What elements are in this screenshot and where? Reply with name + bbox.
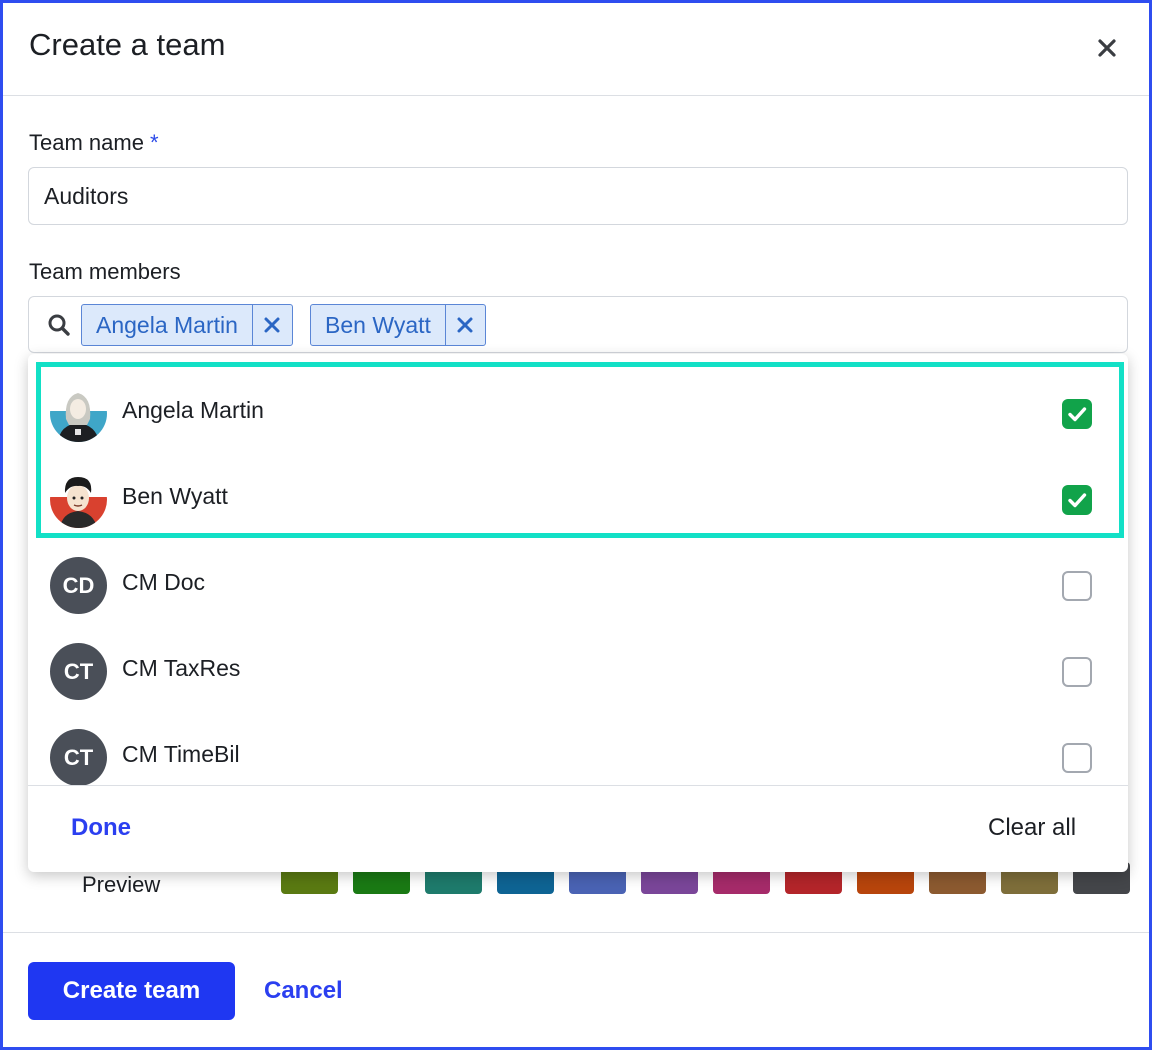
- preview-label: Preview: [82, 872, 161, 897]
- close-button[interactable]: [1093, 33, 1121, 63]
- member-option-angela-martin[interactable]: Angela Martin: [28, 370, 1128, 456]
- member-name: CM TaxRes: [122, 655, 241, 681]
- cancel-button[interactable]: Cancel: [264, 977, 343, 1005]
- team-name-label-text: Team name: [29, 130, 144, 155]
- footer-divider: [3, 932, 1149, 933]
- dropdown-footer: Done Clear all: [28, 785, 1128, 872]
- member-name: Angela Martin: [122, 397, 264, 423]
- clear-all-button[interactable]: Clear all: [988, 814, 1076, 842]
- dialog-header: Create a team: [3, 3, 1149, 96]
- avatar: [50, 471, 107, 528]
- avatar: CT: [50, 643, 107, 700]
- close-icon: [457, 317, 473, 333]
- remove-chip-button[interactable]: [444, 305, 485, 345]
- members-dropdown: Angela Martin Ben Wyatt CD CM Doc CT CM …: [28, 354, 1128, 872]
- remove-chip-button[interactable]: [251, 305, 292, 345]
- avatar: CD: [50, 557, 107, 614]
- avatar-photo-icon: [50, 385, 107, 442]
- member-option-ben-wyatt[interactable]: Ben Wyatt: [28, 456, 1128, 542]
- checkmark-icon: [1068, 407, 1087, 422]
- dialog-title: Create a team: [29, 27, 226, 62]
- member-option-cm-doc[interactable]: CD CM Doc: [28, 542, 1128, 628]
- member-name: Ben Wyatt: [122, 483, 228, 509]
- close-icon: [264, 317, 280, 333]
- checkbox-unchecked[interactable]: [1062, 743, 1092, 773]
- member-chip-angela-martin: Angela Martin: [81, 304, 293, 346]
- checkbox-checked[interactable]: [1062, 399, 1092, 429]
- team-name-label: Team name *: [29, 130, 159, 156]
- checkbox-checked[interactable]: [1062, 485, 1092, 515]
- member-chip-label: Angela Martin: [96, 311, 238, 338]
- member-option-cm-taxres[interactable]: CT CM TaxRes: [28, 628, 1128, 714]
- members-list: Angela Martin Ben Wyatt CD CM Doc CT CM …: [28, 354, 1128, 785]
- team-members-label: Team members: [29, 259, 181, 284]
- team-members-field[interactable]: Angela Martin Ben Wyatt: [28, 296, 1128, 353]
- avatar-photo-icon: [50, 471, 107, 528]
- create-team-button[interactable]: Create team: [28, 962, 235, 1020]
- member-chip-label: Ben Wyatt: [325, 311, 431, 338]
- team-name-input[interactable]: [28, 167, 1128, 225]
- required-marker: *: [149, 130, 159, 155]
- close-icon: [1098, 39, 1116, 57]
- member-chip-ben-wyatt: Ben Wyatt: [310, 304, 486, 346]
- member-name: CM Doc: [122, 569, 206, 595]
- done-button[interactable]: Done: [71, 814, 131, 842]
- checkbox-unchecked[interactable]: [1062, 657, 1092, 687]
- avatar: [50, 385, 107, 442]
- avatar: CT: [50, 729, 107, 785]
- checkmark-icon: [1068, 493, 1087, 508]
- member-option-cm-timebil[interactable]: CT CM TimeBil: [28, 714, 1128, 785]
- member-name: CM TimeBil: [122, 741, 240, 767]
- search-icon: [48, 314, 70, 336]
- checkbox-unchecked[interactable]: [1062, 571, 1092, 601]
